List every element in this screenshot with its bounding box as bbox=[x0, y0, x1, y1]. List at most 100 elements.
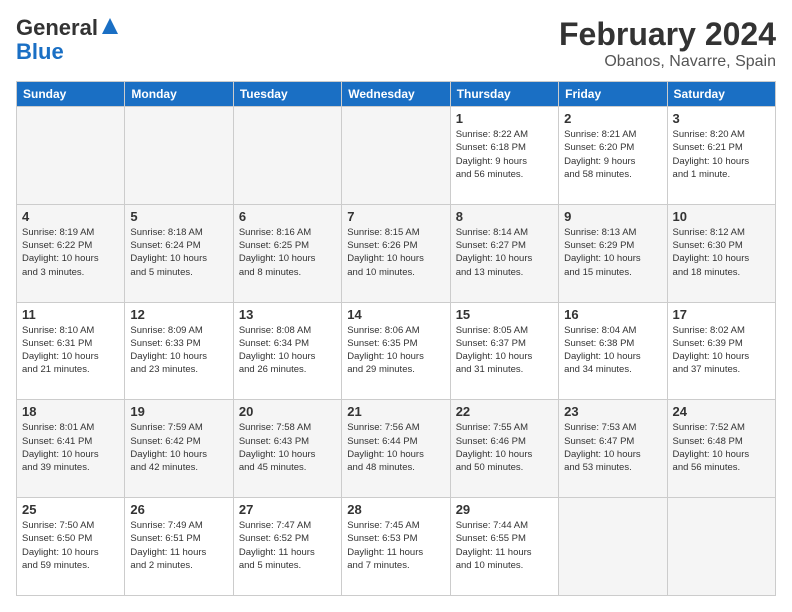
table-row: 17 Sunrise: 8:02 AM Sunset: 6:39 PM Dayli… bbox=[667, 302, 775, 400]
table-row bbox=[125, 107, 233, 205]
day-number: 14 bbox=[347, 307, 444, 322]
day-number: 20 bbox=[239, 404, 336, 419]
day-number: 25 bbox=[22, 502, 119, 517]
day-info: Sunrise: 8:02 AM Sunset: 6:39 PM Dayligh… bbox=[673, 324, 770, 377]
day-number: 29 bbox=[456, 502, 553, 517]
day-number: 28 bbox=[347, 502, 444, 517]
logo-text-blue: Blue bbox=[16, 40, 120, 64]
weekday-monday: Monday bbox=[125, 82, 233, 107]
day-number: 17 bbox=[673, 307, 770, 322]
table-row: 3Sunrise: 8:20 AM Sunset: 6:21 PM Daylig… bbox=[667, 107, 775, 205]
table-row: 7Sunrise: 8:15 AM Sunset: 6:26 PM Daylig… bbox=[342, 204, 450, 302]
table-row: 23Sunrise: 7:53 AM Sunset: 6:47 PM Dayli… bbox=[559, 400, 667, 498]
main-title: February 2024 bbox=[559, 16, 776, 53]
day-number: 13 bbox=[239, 307, 336, 322]
table-row: 1 Sunrise: 8:22 AM Sunset: 6:18 PM Daylig… bbox=[450, 107, 558, 205]
day-info: Sunrise: 8:04 AM Sunset: 6:38 PM Dayligh… bbox=[564, 324, 661, 377]
day-number: 5 bbox=[130, 209, 227, 224]
day-number: 15 bbox=[456, 307, 553, 322]
table-row: 22 Sunrise: 7:55 AM Sunset: 6:46 PM Dayli… bbox=[450, 400, 558, 498]
day-info: Sunrise: 7:45 AM Sunset: 6:53 PM Dayligh… bbox=[347, 519, 444, 572]
table-row: 26Sunrise: 7:49 AM Sunset: 6:51 PM Dayli… bbox=[125, 498, 233, 596]
day-info: Sunrise: 8:19 AM Sunset: 6:22 PM Dayligh… bbox=[22, 226, 119, 279]
day-info: Sunrise: 8:12 AM Sunset: 6:30 PM Dayligh… bbox=[673, 226, 770, 279]
day-info: Sunrise: 8:22 AM Sunset: 6:18 PM Dayligh… bbox=[456, 128, 553, 181]
day-info: Sunrise: 8:06 AM Sunset: 6:35 PM Dayligh… bbox=[347, 324, 444, 377]
table-row: 27 Sunrise: 7:47 AM Sunset: 6:52 PM Dayli… bbox=[233, 498, 341, 596]
table-row: 8Sunrise: 8:14 AM Sunset: 6:27 PM Daylig… bbox=[450, 204, 558, 302]
weekday-saturday: Saturday bbox=[667, 82, 775, 107]
day-number: 7 bbox=[347, 209, 444, 224]
table-row bbox=[342, 107, 450, 205]
table-row: 5 Sunrise: 8:18 AM Sunset: 6:24 PM Daylig… bbox=[125, 204, 233, 302]
day-number: 6 bbox=[239, 209, 336, 224]
table-row: 18Sunrise: 8:01 AM Sunset: 6:41 PM Dayli… bbox=[17, 400, 125, 498]
table-row: 19Sunrise: 7:59 AM Sunset: 6:42 PM Dayli… bbox=[125, 400, 233, 498]
calendar-row: 4 Sunrise: 8:19 AM Sunset: 6:22 PM Daylig… bbox=[17, 204, 776, 302]
day-number: 10 bbox=[673, 209, 770, 224]
day-number: 1 bbox=[456, 111, 553, 126]
day-number: 2 bbox=[564, 111, 661, 126]
weekday-friday: Friday bbox=[559, 82, 667, 107]
day-info: Sunrise: 8:18 AM Sunset: 6:24 PM Dayligh… bbox=[130, 226, 227, 279]
day-info: Sunrise: 7:44 AM Sunset: 6:55 PM Dayligh… bbox=[456, 519, 553, 572]
table-row: 13 Sunrise: 8:08 AM Sunset: 6:34 PM Dayli… bbox=[233, 302, 341, 400]
header: General Blue February 2024 Obanos, Navar… bbox=[16, 16, 776, 71]
day-info: Sunrise: 8:10 AM Sunset: 6:31 PM Dayligh… bbox=[22, 324, 119, 377]
day-number: 22 bbox=[456, 404, 553, 419]
table-row: 6 Sunrise: 8:16 AM Sunset: 6:25 PM Daylig… bbox=[233, 204, 341, 302]
day-number: 16 bbox=[564, 307, 661, 322]
day-info: Sunrise: 8:16 AM Sunset: 6:25 PM Dayligh… bbox=[239, 226, 336, 279]
table-row: 20 Sunrise: 7:58 AM Sunset: 6:43 PM Dayli… bbox=[233, 400, 341, 498]
day-info: Sunrise: 7:56 AM Sunset: 6:44 PM Dayligh… bbox=[347, 421, 444, 474]
table-row: 29 Sunrise: 7:44 AM Sunset: 6:55 PM Dayli… bbox=[450, 498, 558, 596]
weekday-wednesday: Wednesday bbox=[342, 82, 450, 107]
day-info: Sunrise: 8:08 AM Sunset: 6:34 PM Dayligh… bbox=[239, 324, 336, 377]
day-info: Sunrise: 8:13 AM Sunset: 6:29 PM Dayligh… bbox=[564, 226, 661, 279]
day-info: Sunrise: 7:55 AM Sunset: 6:46 PM Dayligh… bbox=[456, 421, 553, 474]
day-number: 12 bbox=[130, 307, 227, 322]
day-info: Sunrise: 7:58 AM Sunset: 6:43 PM Dayligh… bbox=[239, 421, 336, 474]
day-info: Sunrise: 8:21 AM Sunset: 6:20 PM Dayligh… bbox=[564, 128, 661, 181]
day-number: 3 bbox=[673, 111, 770, 126]
calendar-header-row: Sunday Monday Tuesday Wednesday Thursday… bbox=[17, 82, 776, 107]
day-info: Sunrise: 7:50 AM Sunset: 6:50 PM Dayligh… bbox=[22, 519, 119, 572]
logo-icon bbox=[100, 16, 120, 36]
day-info: Sunrise: 8:09 AM Sunset: 6:33 PM Dayligh… bbox=[130, 324, 227, 377]
day-info: Sunrise: 8:14 AM Sunset: 6:27 PM Dayligh… bbox=[456, 226, 553, 279]
day-number: 11 bbox=[22, 307, 119, 322]
table-row: 21 Sunrise: 7:56 AM Sunset: 6:44 PM Dayli… bbox=[342, 400, 450, 498]
table-row: 11 Sunrise: 8:10 AM Sunset: 6:31 PM Dayli… bbox=[17, 302, 125, 400]
day-number: 21 bbox=[347, 404, 444, 419]
weekday-thursday: Thursday bbox=[450, 82, 558, 107]
table-row: 14 Sunrise: 8:06 AM Sunset: 6:35 PM Dayli… bbox=[342, 302, 450, 400]
day-number: 26 bbox=[130, 502, 227, 517]
day-number: 24 bbox=[673, 404, 770, 419]
logo-text-general: General bbox=[16, 16, 98, 40]
table-row: 16 Sunrise: 8:04 AM Sunset: 6:38 PM Dayli… bbox=[559, 302, 667, 400]
table-row: 2 Sunrise: 8:21 AM Sunset: 6:20 PM Daylig… bbox=[559, 107, 667, 205]
table-row: 10 Sunrise: 8:12 AM Sunset: 6:30 PM Dayli… bbox=[667, 204, 775, 302]
table-row: 4 Sunrise: 8:19 AM Sunset: 6:22 PM Daylig… bbox=[17, 204, 125, 302]
table-row: 28 Sunrise: 7:45 AM Sunset: 6:53 PM Dayli… bbox=[342, 498, 450, 596]
logo: General Blue bbox=[16, 16, 120, 64]
table-row bbox=[233, 107, 341, 205]
table-row: 25 Sunrise: 7:50 AM Sunset: 6:50 PM Dayli… bbox=[17, 498, 125, 596]
subtitle: Obanos, Navarre, Spain bbox=[559, 53, 776, 71]
title-block: February 2024 Obanos, Navarre, Spain bbox=[559, 16, 776, 71]
calendar-row: 11 Sunrise: 8:10 AM Sunset: 6:31 PM Dayli… bbox=[17, 302, 776, 400]
day-info: Sunrise: 7:47 AM Sunset: 6:52 PM Dayligh… bbox=[239, 519, 336, 572]
day-number: 9 bbox=[564, 209, 661, 224]
day-number: 19 bbox=[130, 404, 227, 419]
calendar-row: 18Sunrise: 8:01 AM Sunset: 6:41 PM Dayli… bbox=[17, 400, 776, 498]
calendar: Sunday Monday Tuesday Wednesday Thursday… bbox=[16, 81, 776, 596]
day-number: 4 bbox=[22, 209, 119, 224]
day-number: 27 bbox=[239, 502, 336, 517]
calendar-row: 25 Sunrise: 7:50 AM Sunset: 6:50 PM Dayli… bbox=[17, 498, 776, 596]
table-row: 9 Sunrise: 8:13 AM Sunset: 6:29 PM Daylig… bbox=[559, 204, 667, 302]
day-info: Sunrise: 7:52 AM Sunset: 6:48 PM Dayligh… bbox=[673, 421, 770, 474]
day-info: Sunrise: 7:53 AM Sunset: 6:47 PM Dayligh… bbox=[564, 421, 661, 474]
table-row: 24 Sunrise: 7:52 AM Sunset: 6:48 PM Dayli… bbox=[667, 400, 775, 498]
day-number: 18 bbox=[22, 404, 119, 419]
table-row bbox=[559, 498, 667, 596]
